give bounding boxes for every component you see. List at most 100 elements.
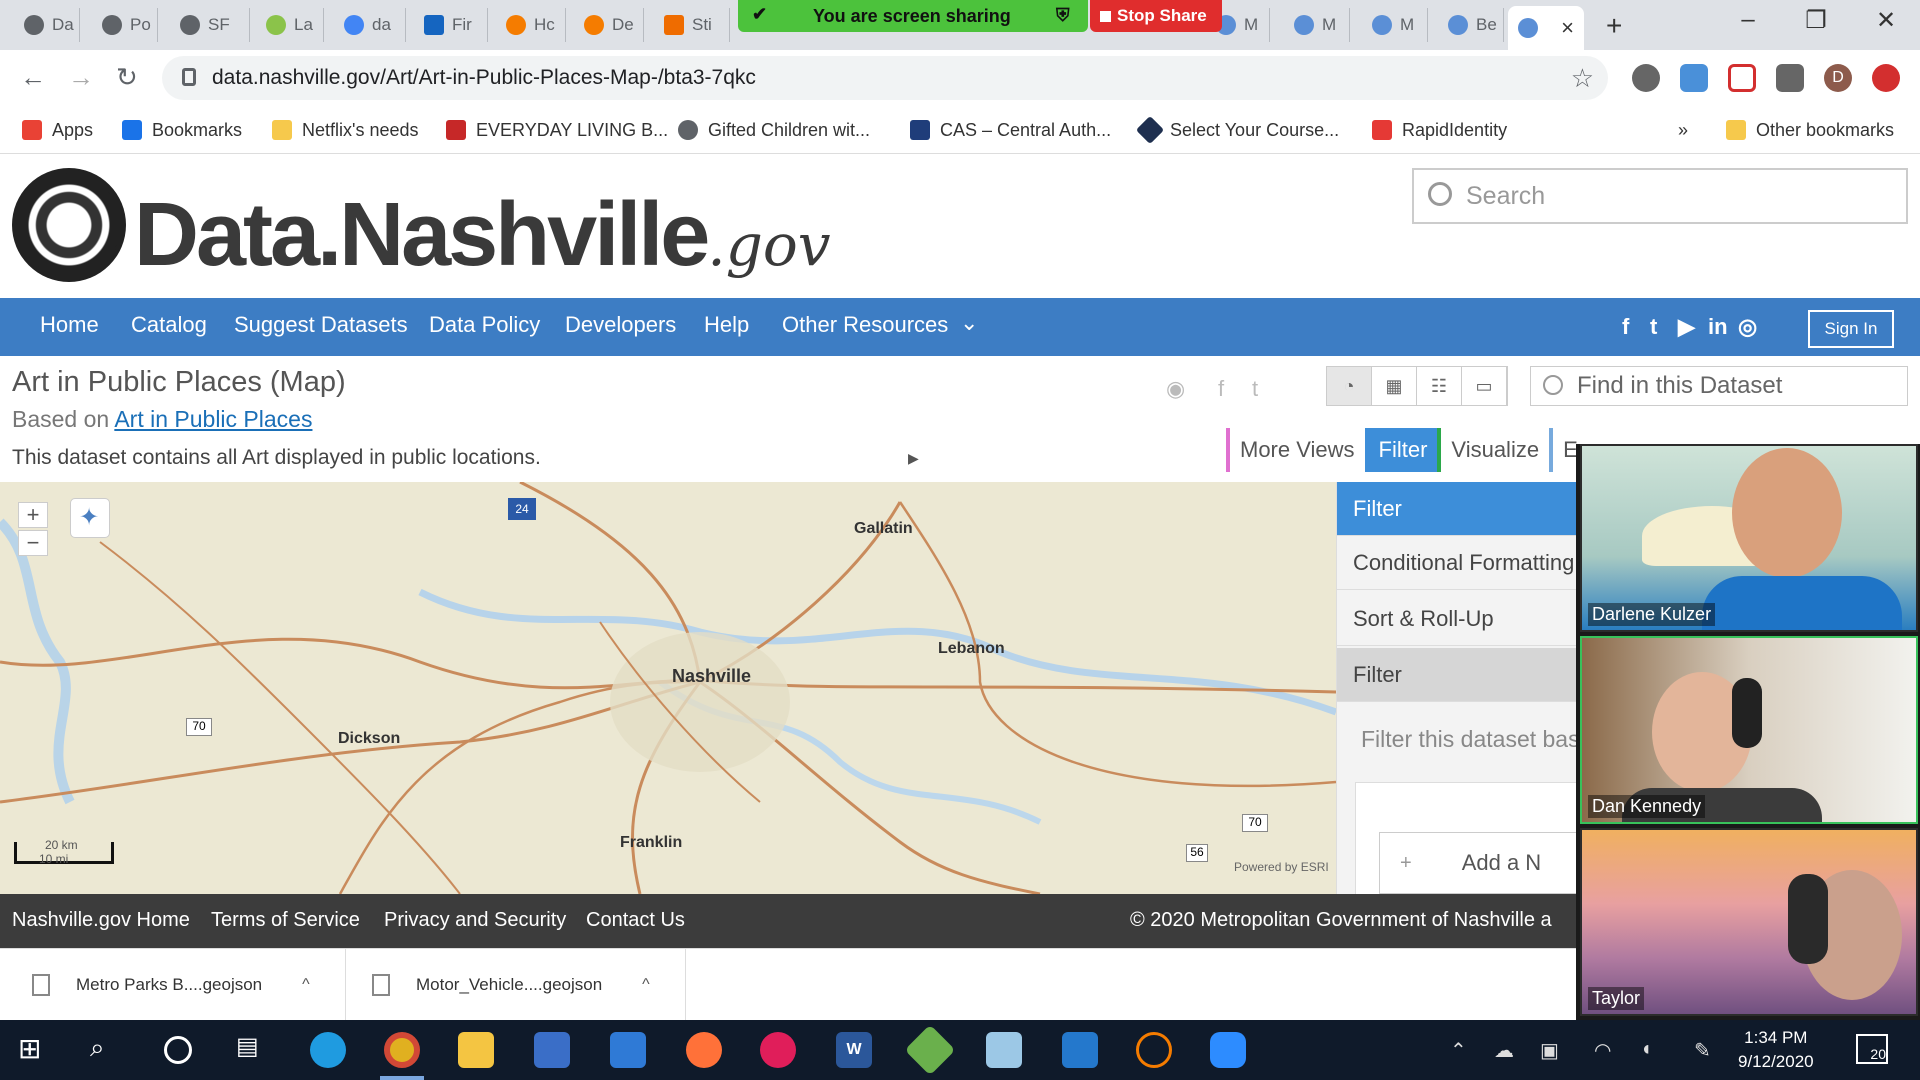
twitter-share-icon[interactable]: t <box>1252 376 1258 402</box>
site-logo[interactable]: Data.Nashville.gov <box>134 184 831 287</box>
find-in-dataset-input[interactable]: Find in this Dataset <box>1530 366 1908 406</box>
sort-rollup-item[interactable]: Sort & Roll-Up <box>1337 592 1577 646</box>
bookmark-item[interactable]: Apps <box>22 114 93 146</box>
notifications-icon[interactable]: 20 <box>1856 1034 1888 1064</box>
onedrive-icon[interactable]: ☁ <box>1494 1038 1514 1063</box>
nav-catalog[interactable]: Catalog <box>131 312 207 338</box>
zoom-in-button[interactable]: + <box>18 502 48 528</box>
filter-panel-header[interactable]: Filter <box>1337 482 1577 536</box>
app-icon[interactable] <box>1136 1032 1172 1068</box>
bookmark-item[interactable]: EVERYDAY LIVING B... <box>446 114 668 146</box>
app-icon[interactable] <box>986 1032 1022 1068</box>
browser-tab[interactable]: Fir <box>414 8 488 42</box>
chrome-icon[interactable] <box>384 1032 420 1068</box>
mail-icon[interactable] <box>610 1032 646 1068</box>
youtube-icon[interactable]: ▶ <box>1678 314 1695 340</box>
forward-icon[interactable]: → <box>68 62 94 93</box>
bookmarks-overflow[interactable]: » <box>1678 114 1688 146</box>
restore-icon[interactable]: ❐ <box>1796 6 1836 35</box>
vscode-icon[interactable] <box>1062 1032 1098 1068</box>
participant-video[interactable]: Darlene Kulzer <box>1580 444 1918 632</box>
facebook-share-icon[interactable]: f <box>1218 376 1224 402</box>
page-view-icon[interactable]: ▭ <box>1462 367 1507 405</box>
bookmark-star-icon[interactable]: ☆ <box>1571 63 1594 94</box>
bookmark-item[interactable]: Bookmarks <box>122 114 242 146</box>
tray-chevron-icon[interactable]: ⌃ <box>1450 1038 1467 1063</box>
minimize-icon[interactable]: – <box>1728 6 1768 34</box>
new-tab-button[interactable]: + <box>1606 10 1622 42</box>
extension-icon[interactable] <box>1632 64 1660 92</box>
stop-share-button[interactable]: Stop Share <box>1090 0 1222 32</box>
browser-tab[interactable]: De <box>574 8 644 42</box>
reload-icon[interactable]: ↻ <box>116 62 138 93</box>
tab-visualize[interactable]: Visualize <box>1437 428 1549 472</box>
nav-suggest-datasets[interactable]: Suggest Datasets <box>234 312 408 338</box>
file-explorer-icon[interactable] <box>458 1032 494 1068</box>
close-tab-icon[interactable]: × <box>1561 15 1574 41</box>
footer-link[interactable]: Privacy and Security <box>384 909 566 932</box>
instagram-icon[interactable]: ◎ <box>1738 314 1757 340</box>
close-window-icon[interactable]: ✕ <box>1866 6 1906 35</box>
browser-tab[interactable]: SF <box>170 8 250 42</box>
nav-developers[interactable]: Developers <box>565 312 676 338</box>
bookmark-item[interactable]: Gifted Children wit... <box>678 114 870 146</box>
twitter-icon[interactable]: t <box>1650 314 1657 340</box>
chevron-up-icon[interactable]: ^ <box>642 976 650 994</box>
bookmark-item[interactable]: CAS – Central Auth... <box>910 114 1111 146</box>
browser-tab[interactable]: da <box>334 8 406 42</box>
extension-icon[interactable] <box>1728 64 1756 92</box>
browser-tab[interactable]: La <box>256 8 324 42</box>
zoom-icon[interactable] <box>1210 1032 1246 1068</box>
tray-app-icon[interactable]: ▣ <box>1540 1038 1559 1063</box>
browser-tab[interactable]: Hc <box>496 8 566 42</box>
store-icon[interactable] <box>534 1032 570 1068</box>
back-icon[interactable]: ← <box>20 62 46 93</box>
zoom-out-button[interactable]: − <box>18 530 48 556</box>
facebook-icon[interactable]: f <box>1622 314 1629 340</box>
app-icon[interactable] <box>904 1024 956 1076</box>
map-home-button[interactable]: ✦ <box>70 498 110 538</box>
browser-tab[interactable]: M <box>1362 8 1428 42</box>
extension-icon[interactable] <box>1680 64 1708 92</box>
chevron-up-icon[interactable]: ^ <box>302 976 310 994</box>
download-item[interactable]: Motor_Vehicle....geojson ^ <box>372 949 686 1021</box>
based-on-link[interactable]: Art in Public Places <box>114 406 312 432</box>
other-bookmarks[interactable]: Other bookmarks <box>1726 114 1894 146</box>
footer-link[interactable]: Nashville.gov Home <box>12 909 190 932</box>
nav-help[interactable]: Help <box>704 312 749 338</box>
browser-tab[interactable]: M <box>1284 8 1350 42</box>
linkedin-icon[interactable]: in <box>1708 314 1728 340</box>
browser-tab[interactable]: Sti <box>654 8 730 42</box>
bookmark-item[interactable]: Netflix's needs <box>272 114 419 146</box>
url-omnibox[interactable]: data.nashville.gov/Art/Art-in-Public-Pla… <box>162 56 1608 100</box>
map-attribution[interactable]: Powered by ESRI <box>1234 860 1329 874</box>
conditional-formatting-item[interactable]: Conditional Formatting <box>1337 536 1577 590</box>
word-icon[interactable]: W <box>836 1032 872 1068</box>
site-search-input[interactable]: Search <box>1412 168 1908 224</box>
nav-other-resources[interactable]: Other Resources <box>782 312 948 338</box>
task-view-icon[interactable]: ▤ <box>236 1032 272 1068</box>
list-view-icon[interactable]: ☷ <box>1417 367 1462 405</box>
search-icon[interactable]: ⌕ <box>90 1032 126 1068</box>
screen-sharing-banner[interactable]: ✔ You are screen sharing ⛨ <box>738 0 1088 32</box>
edge-icon[interactable] <box>310 1032 346 1068</box>
add-condition-button[interactable]: + Add a N <box>1379 832 1599 894</box>
footer-link[interactable]: Terms of Service <box>211 909 360 932</box>
windows-start-icon[interactable]: ⊞ <box>18 1032 54 1068</box>
filter-item[interactable]: Filter <box>1337 648 1577 702</box>
browser-tab[interactable]: Po <box>92 8 158 42</box>
participant-video[interactable]: Taylor <box>1580 828 1918 1016</box>
download-item[interactable]: Metro Parks B....geojson ^ <box>32 949 346 1021</box>
volume-icon[interactable]: ◖ <box>1640 1038 1652 1061</box>
rss-icon[interactable]: ◉ <box>1166 376 1185 402</box>
bookmark-item[interactable]: Select Your Course... <box>1135 114 1339 146</box>
wifi-icon[interactable]: ◠ <box>1594 1038 1611 1063</box>
expand-arrow-icon[interactable]: ▶ <box>908 450 919 467</box>
cortana-icon[interactable] <box>164 1036 192 1064</box>
browser-tab[interactable]: Da <box>14 8 80 42</box>
nav-data-policy[interactable]: Data Policy <box>429 312 540 338</box>
puzzle-icon[interactable] <box>1776 64 1804 92</box>
sign-in-button[interactable]: Sign In <box>1808 310 1894 348</box>
browser-tab[interactable]: Be <box>1438 8 1504 42</box>
grid-view-icon[interactable]: ▦ <box>1372 367 1417 405</box>
